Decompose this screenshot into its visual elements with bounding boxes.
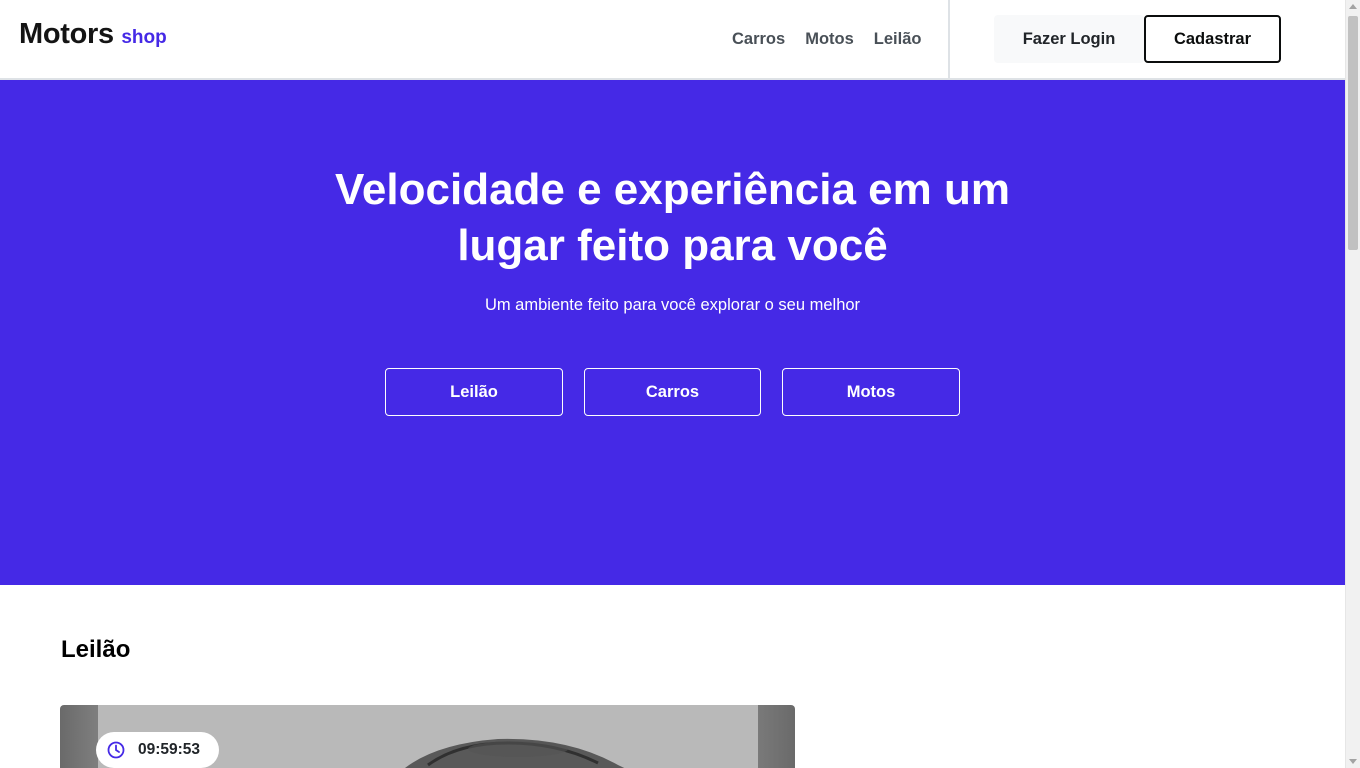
hero-button-carros[interactable]: Carros xyxy=(584,368,761,416)
hero-button-motos[interactable]: Motos xyxy=(782,368,960,416)
hero-title-line-2: lugar feito para você xyxy=(457,221,888,270)
scrollbar-thumb[interactable] xyxy=(1348,16,1358,250)
browser-viewport: Motors shop Carros Motos Leilão Fazer Lo… xyxy=(0,0,1360,768)
site-logo[interactable]: Motors shop xyxy=(19,18,167,51)
nav-link-carros[interactable]: Carros xyxy=(732,30,785,49)
logo-sub-text: shop xyxy=(121,27,167,48)
page-scrollbar[interactable] xyxy=(1345,0,1360,768)
clock-icon xyxy=(107,741,125,759)
hero-subtitle: Um ambiente feito para você explorar o s… xyxy=(484,296,861,314)
auction-timer-value: 09:59:53 xyxy=(138,741,201,758)
hero-banner: Velocidade e experiência em um lugar fei… xyxy=(0,80,1345,585)
auction-section-title: Leilão xyxy=(61,636,131,663)
hero-button-leilao[interactable]: Leilão xyxy=(385,368,563,416)
scroll-down-icon[interactable] xyxy=(1349,759,1357,764)
header-divider xyxy=(948,0,950,78)
auction-timer: 09:59:53 xyxy=(96,732,219,768)
nav-link-leilao[interactable]: Leilão xyxy=(874,30,922,49)
signup-button[interactable]: Cadastrar xyxy=(1144,15,1281,63)
hero-title-line-1: Velocidade e experiência em um xyxy=(335,165,1010,214)
page: Motors shop Carros Motos Leilão Fazer Lo… xyxy=(0,0,1345,768)
scroll-up-icon[interactable] xyxy=(1349,4,1357,9)
login-button[interactable]: Fazer Login xyxy=(994,15,1144,63)
hero-title: Velocidade e experiência em um lugar fei… xyxy=(0,162,1345,274)
site-header: Motors shop Carros Motos Leilão Fazer Lo… xyxy=(0,0,1345,80)
main-nav: Carros Motos Leilão xyxy=(732,30,921,49)
nav-link-motos[interactable]: Motos xyxy=(805,30,854,49)
logo-main-text: Motors xyxy=(19,18,114,50)
auction-card[interactable]: 09:59:53 xyxy=(60,705,795,768)
